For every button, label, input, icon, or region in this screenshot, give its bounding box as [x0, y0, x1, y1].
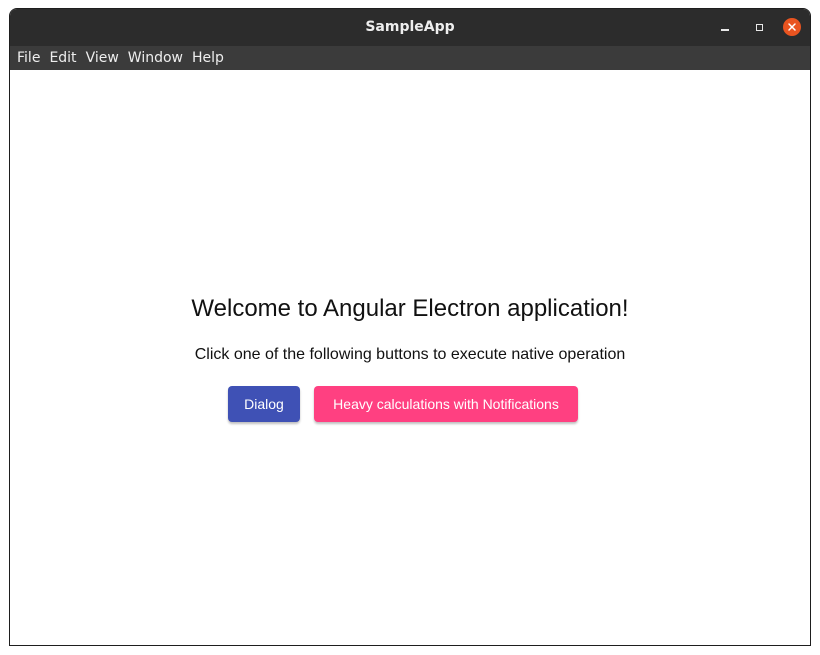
maximize-button[interactable]	[750, 18, 768, 36]
menu-file[interactable]: File	[16, 46, 46, 70]
maximize-icon	[755, 23, 763, 31]
app-window: SampleApp File Edit View Window Help Wel…	[9, 8, 811, 646]
page-title: Welcome to Angular Electron application!	[191, 295, 629, 322]
minimize-button[interactable]	[716, 18, 734, 36]
main-content: Welcome to Angular Electron application!…	[10, 70, 810, 645]
title-bar[interactable]: SampleApp	[10, 9, 810, 46]
menu-help[interactable]: Help	[191, 46, 230, 70]
dialog-button[interactable]: Dialog	[228, 386, 300, 422]
heavy-calculations-button[interactable]: Heavy calculations with Notifications	[314, 386, 578, 422]
close-button[interactable]	[783, 18, 801, 36]
minimize-icon	[721, 29, 729, 31]
menu-window[interactable]: Window	[127, 46, 189, 70]
window-title: SampleApp	[365, 19, 455, 35]
close-icon	[788, 23, 796, 31]
menu-view[interactable]: View	[85, 46, 125, 70]
page-subtitle: Click one of the following buttons to ex…	[194, 346, 626, 363]
menu-bar: File Edit View Window Help	[10, 46, 810, 70]
menu-edit[interactable]: Edit	[48, 46, 82, 70]
